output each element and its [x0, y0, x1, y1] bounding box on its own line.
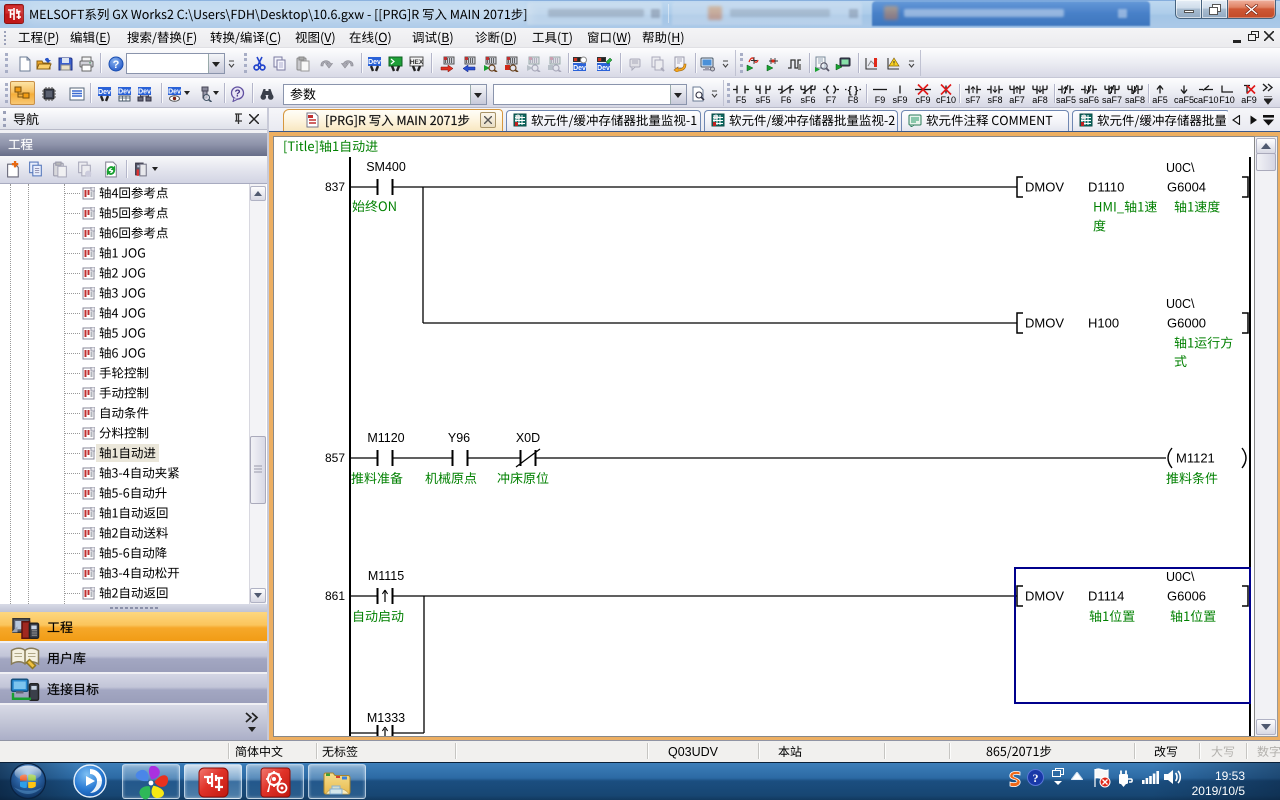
svg-text:Dev: Dev: [98, 89, 111, 96]
svg-text:Dev: Dev: [118, 89, 131, 96]
svg-text:Dev: Dev: [597, 65, 610, 72]
svg-text:Dev: Dev: [573, 65, 586, 72]
svg-text:Dev: Dev: [368, 59, 381, 66]
svg-text:?: ?: [1033, 771, 1039, 785]
svg-text:?: ?: [234, 89, 240, 100]
svg-text:?: ?: [113, 59, 120, 71]
svg-text:Dev: Dev: [168, 89, 181, 96]
svg-text:Dev: Dev: [138, 89, 151, 96]
svg-text:HEX: HEX: [410, 59, 424, 66]
